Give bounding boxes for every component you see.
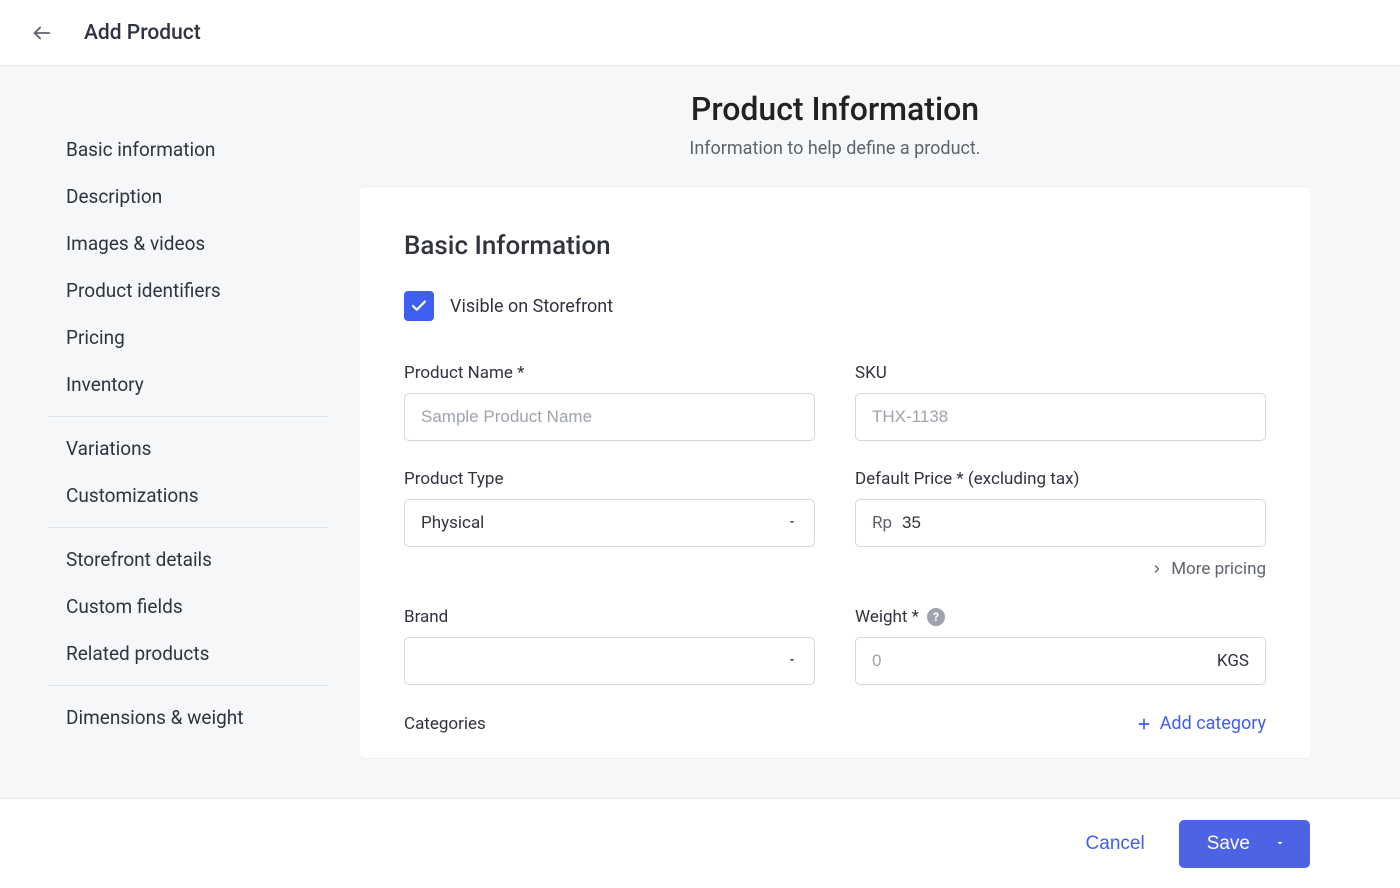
visible-label: Visible on Storefront: [450, 296, 613, 317]
visible-on-storefront-row: Visible on Storefront: [404, 291, 1266, 321]
footer: Cancel Save: [0, 798, 1400, 888]
sidebar-item-pricing[interactable]: Pricing: [48, 314, 328, 361]
save-button-label: Save: [1207, 833, 1250, 855]
sidebar-item-images-videos[interactable]: Images & videos: [48, 220, 328, 267]
weight-input[interactable]: [872, 651, 1249, 671]
sku-field: SKU: [855, 363, 1266, 441]
help-icon[interactable]: ?: [927, 608, 945, 626]
cancel-button[interactable]: Cancel: [1076, 821, 1155, 867]
sidebar-item-variations[interactable]: Variations: [48, 425, 328, 472]
sidebar-item-basic-information[interactable]: Basic information: [48, 126, 328, 173]
chevron-right-icon: [1151, 563, 1163, 575]
sidebar-item-storefront-details[interactable]: Storefront details: [48, 536, 328, 583]
sidebar-item-related-products[interactable]: Related products: [48, 630, 328, 677]
card-heading: Basic Information: [404, 231, 1266, 261]
categories-label: Categories: [404, 714, 486, 734]
caret-down-icon: [786, 651, 798, 671]
categories-row: Categories Add category: [404, 713, 1266, 734]
default-price-label: Default Price * (excluding tax): [855, 469, 1266, 489]
page-heading: Product Information Information to help …: [360, 90, 1310, 159]
weight-field: Weight * ? KGS: [855, 607, 1266, 685]
add-category-link[interactable]: Add category: [1136, 713, 1266, 734]
topbar: Add Product: [0, 0, 1400, 66]
default-price-input-wrapper: Rp: [855, 499, 1266, 547]
sidebar-item-product-identifiers[interactable]: Product identifiers: [48, 267, 328, 314]
sidebar-group: Storefront details Custom fields Related…: [48, 528, 328, 686]
product-type-value: Physical: [421, 513, 484, 533]
weight-unit: KGS: [1217, 651, 1249, 671]
product-name-label: Product Name *: [404, 363, 815, 383]
product-name-field: Product Name *: [404, 363, 815, 441]
sidebar-item-description[interactable]: Description: [48, 173, 328, 220]
sidebar-item-inventory[interactable]: Inventory: [48, 361, 328, 408]
caret-down-icon: [786, 513, 798, 533]
save-button[interactable]: Save: [1179, 820, 1310, 868]
check-icon: [410, 297, 428, 315]
sidebar-group: Variations Customizations: [48, 417, 328, 528]
content-area: Basic information Description Images & v…: [0, 66, 1400, 798]
sidebar: Basic information Description Images & v…: [48, 126, 328, 749]
sku-input-wrapper: [855, 393, 1266, 441]
default-price-field: Default Price * (excluding tax) Rp More …: [855, 469, 1266, 579]
sidebar-group: Basic information Description Images & v…: [48, 126, 328, 417]
arrow-left-icon: [31, 22, 53, 44]
back-button[interactable]: [28, 19, 56, 47]
sku-input[interactable]: [872, 407, 1249, 427]
brand-field: Brand: [404, 607, 815, 685]
weight-label-text: Weight *: [855, 607, 919, 627]
weight-input-wrapper: KGS: [855, 637, 1266, 685]
caret-down-icon: [1274, 833, 1286, 855]
brand-select[interactable]: [404, 637, 815, 685]
sku-label: SKU: [855, 363, 1266, 383]
weight-label: Weight * ?: [855, 607, 1266, 627]
sidebar-item-dimensions-weight[interactable]: Dimensions & weight: [48, 694, 328, 741]
product-type-select[interactable]: Physical: [404, 499, 815, 547]
plus-icon: [1136, 716, 1152, 732]
main-column: Product Information Information to help …: [360, 90, 1310, 798]
sidebar-item-customizations[interactable]: Customizations: [48, 472, 328, 519]
page-title: Add Product: [84, 21, 201, 45]
product-type-field: Product Type Physical: [404, 469, 815, 579]
sidebar-item-custom-fields[interactable]: Custom fields: [48, 583, 328, 630]
visible-checkbox[interactable]: [404, 291, 434, 321]
product-type-label: Product Type: [404, 469, 815, 489]
section-subtitle: Information to help define a product.: [360, 138, 1310, 159]
more-pricing-label: More pricing: [1171, 559, 1266, 579]
more-pricing-link[interactable]: More pricing: [855, 559, 1266, 579]
currency-prefix: Rp: [872, 513, 892, 533]
product-name-input-wrapper: [404, 393, 815, 441]
sidebar-group: Dimensions & weight: [48, 686, 328, 749]
brand-label: Brand: [404, 607, 815, 627]
fields-grid: Product Name * SKU Product Type Physical: [404, 363, 1266, 685]
basic-information-card: Basic Information Visible on Storefront …: [360, 187, 1310, 758]
product-name-input[interactable]: [421, 407, 798, 427]
section-title: Product Information: [360, 90, 1310, 128]
default-price-input[interactable]: [902, 513, 1249, 533]
add-category-label: Add category: [1160, 713, 1266, 734]
